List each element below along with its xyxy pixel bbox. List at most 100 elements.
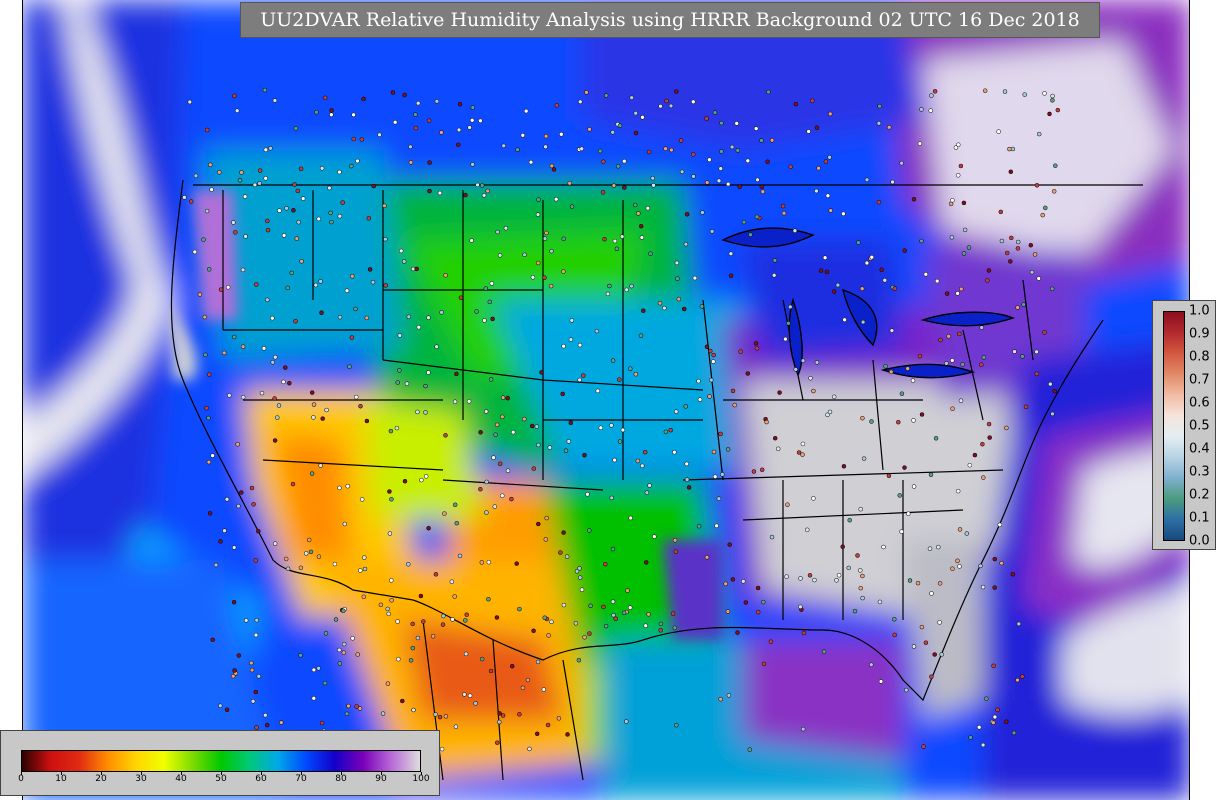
- observation-dot: [531, 628, 536, 634]
- observation-dot: [337, 485, 342, 491]
- observation-dot: [454, 371, 459, 377]
- humidity-tick-label: 70: [295, 774, 307, 784]
- obs-tick-label: 0.8: [1189, 349, 1210, 365]
- observation-dot: [337, 169, 342, 175]
- observation-dot: [704, 344, 710, 350]
- observation-dot: [652, 534, 657, 539]
- observation-dot: [283, 556, 289, 562]
- observation-dot: [463, 192, 468, 198]
- observation-dot: [415, 409, 420, 415]
- observation-dot: [281, 379, 286, 385]
- observation-dot: [1042, 330, 1047, 335]
- observation-dot: [397, 368, 402, 373]
- observation-dot: [413, 125, 419, 131]
- observation-dot: [495, 229, 500, 235]
- observation-dot: [426, 315, 431, 320]
- observation-dot: [906, 511, 911, 516]
- observation-dot: [525, 677, 531, 683]
- observation-dot: [254, 282, 259, 287]
- obs-tick-label: 0.3: [1189, 464, 1210, 480]
- observation-dot: [387, 489, 392, 494]
- observation-dot: [981, 475, 986, 480]
- observation-dot: [864, 177, 870, 183]
- observation-dot: [319, 310, 324, 315]
- observation-dot: [479, 560, 485, 565]
- observation-dot: [285, 566, 291, 572]
- observation-dot: [423, 383, 428, 389]
- observation-dot: [1040, 212, 1045, 218]
- observation-dot: [204, 208, 210, 214]
- observation-dot: [622, 158, 627, 164]
- observation-dot: [923, 272, 929, 277]
- observation-dot: [489, 281, 495, 286]
- observation-dot: [910, 378, 916, 383]
- observation-dot: [714, 523, 719, 529]
- observation-dot: [615, 164, 621, 169]
- observation-dot: [831, 289, 837, 294]
- observation-dot: [543, 537, 549, 542]
- observation-dot: [544, 230, 549, 236]
- observation-dot: [231, 599, 237, 605]
- observation-dot: [470, 105, 476, 110]
- observation-dot: [390, 90, 396, 95]
- observation-dot: [470, 162, 475, 167]
- observation-dot: [955, 488, 961, 494]
- observation-dot: [917, 353, 923, 359]
- observation-dot: [535, 260, 541, 266]
- observation-dot: [314, 109, 319, 115]
- observation-dot: [263, 712, 268, 718]
- observation-dot: [980, 441, 985, 447]
- observation-dot: [443, 273, 448, 278]
- observation-dot: [559, 132, 564, 137]
- observation-dot: [617, 377, 622, 382]
- observation-dot: [917, 141, 923, 146]
- observation-dot: [658, 621, 664, 627]
- observation-dot: [535, 212, 541, 217]
- observation-dot: [992, 714, 998, 720]
- observation-dot: [270, 360, 275, 365]
- observation-dot: [483, 286, 489, 291]
- observation-dot: [755, 177, 760, 183]
- observation-dot: [218, 703, 223, 708]
- obs-tick-label: 1.0: [1189, 303, 1210, 319]
- observation-dot: [638, 223, 644, 229]
- observation-dot: [725, 609, 731, 614]
- observation-dot: [939, 652, 944, 657]
- observation-dot: [899, 160, 904, 166]
- observation-dot: [915, 580, 921, 586]
- observation-dot: [811, 496, 816, 501]
- observation-dot: [834, 578, 839, 583]
- observation-dot: [902, 465, 907, 470]
- observation-dot: [1015, 239, 1021, 245]
- observation-dot: [387, 531, 393, 536]
- observation-dot: [768, 639, 774, 644]
- observation-dot: [955, 173, 961, 178]
- observation-dot: [505, 395, 510, 401]
- observation-dot: [396, 656, 401, 662]
- observation-dot: [629, 95, 634, 100]
- observation-dot: [242, 194, 248, 199]
- observation-dot: [319, 166, 325, 171]
- observation-dot: [277, 208, 282, 213]
- observation-dot: [950, 406, 955, 411]
- observation-dot: [754, 346, 760, 351]
- observation-dot: [644, 490, 650, 495]
- observation-dot: [911, 196, 917, 202]
- observation-dot: [831, 394, 837, 400]
- observation-dot: [788, 164, 793, 170]
- observation-dot: [442, 511, 447, 516]
- observation-dot: [535, 659, 541, 665]
- observation-dot: [822, 255, 828, 260]
- observation-dot: [684, 212, 690, 217]
- observation-dot: [458, 295, 464, 300]
- observation-dot: [997, 522, 1003, 528]
- observation-dot: [764, 419, 769, 425]
- observation-dot: [311, 402, 317, 407]
- observation-dot: [800, 358, 806, 363]
- observation-dot: [208, 162, 213, 168]
- observation-dot: [291, 208, 296, 213]
- observation-dot: [316, 554, 322, 559]
- observation-dot: [581, 373, 586, 378]
- observation-dot: [311, 696, 317, 701]
- humidity-tick-label: 50: [215, 774, 227, 784]
